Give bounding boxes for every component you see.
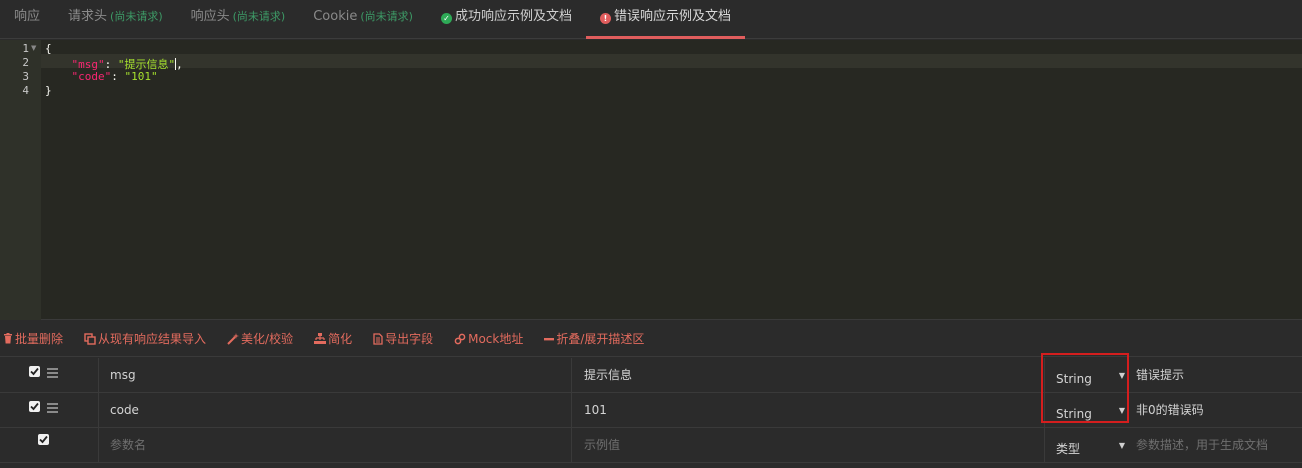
- check-icon: [30, 402, 39, 411]
- new-field-row: 参数名 示例值 类型 ▼ 参数描述，用于生成文档: [0, 428, 1302, 463]
- open-brace: {: [45, 42, 52, 55]
- button-label: 简化: [328, 332, 353, 346]
- fold-arrow-icon[interactable]: ▼: [31, 44, 36, 52]
- check-icon: [30, 367, 39, 376]
- active-line-highlight: [41, 54, 1302, 68]
- field-name-input[interactable]: 参数名: [98, 428, 571, 463]
- line-number: 2: [22, 56, 29, 69]
- magic-wand-icon: [227, 332, 240, 345]
- close-brace: }: [45, 84, 52, 97]
- type-select-value: 类型: [1056, 442, 1081, 456]
- tab-success-example[interactable]: ✓ 成功响应示例及文档: [427, 0, 586, 39]
- row-checkbox[interactable]: [29, 401, 40, 412]
- description-input[interactable]: 错误提示: [1130, 358, 1302, 393]
- button-label: Mock地址: [468, 332, 524, 346]
- button-label: 折叠/展开描述区: [556, 332, 645, 346]
- row-controls: [0, 393, 98, 428]
- table-row: msg 提示信息 String ▼ 错误提示: [0, 358, 1302, 393]
- tab-note: (尚未请求): [360, 10, 413, 23]
- code-line: {: [45, 42, 52, 55]
- tab-request-headers[interactable]: 请求头 (尚未请求): [54, 0, 177, 39]
- drag-handle-icon[interactable]: [47, 403, 58, 415]
- example-value-input[interactable]: 提示信息: [571, 358, 1044, 393]
- trash-icon: [4, 333, 12, 344]
- minus-icon: [544, 337, 555, 340]
- row-controls: [0, 428, 98, 463]
- tab-label: 请求头: [68, 9, 108, 24]
- sitemap-icon: [314, 332, 327, 344]
- button-label: 导出字段: [385, 332, 434, 346]
- file-text-icon: [373, 332, 383, 345]
- line-number: 1: [22, 42, 29, 55]
- simplify-button[interactable]: 简化: [314, 330, 352, 347]
- button-label: 批量删除: [15, 332, 64, 346]
- line-number: 4: [22, 84, 29, 97]
- field-name-input[interactable]: msg: [98, 358, 571, 393]
- exclamation-circle-icon: !: [599, 13, 611, 24]
- import-from-response-button[interactable]: 从现有响应结果导入: [84, 330, 206, 347]
- json-value: "101": [124, 70, 158, 83]
- button-label: 从现有响应结果导入: [98, 332, 207, 346]
- button-label: 美化/校验: [241, 332, 294, 346]
- mock-url-button[interactable]: Mock地址: [454, 330, 523, 347]
- type-select[interactable]: String ▼: [1044, 358, 1130, 393]
- row-controls: [0, 358, 98, 393]
- tab-label: 响应: [14, 9, 41, 24]
- drag-handle-icon[interactable]: [47, 368, 58, 380]
- json-editor[interactable]: 1 ▼ 2 3 4 { "msg": "提示信息", "code": "101"…: [0, 40, 1302, 320]
- export-fields-button[interactable]: 导出字段: [373, 330, 433, 347]
- dropdown-arrow-icon: ▼: [1118, 406, 1125, 415]
- editor-gutter: 1 ▼ 2 3 4: [0, 40, 41, 320]
- dropdown-arrow-icon: ▼: [1118, 371, 1125, 380]
- type-select-value: String: [1056, 372, 1092, 386]
- tab-note: (尚未请求): [232, 10, 286, 23]
- tab-label: 错误响应示例及文档: [613, 9, 731, 24]
- toggle-description-button[interactable]: 折叠/展开描述区: [544, 330, 644, 347]
- code-line: }: [45, 84, 52, 97]
- link-icon: [454, 333, 466, 344]
- tab-note: (尚未请求): [110, 10, 163, 23]
- row-checkbox[interactable]: [38, 434, 49, 445]
- tab-label: 成功响应示例及文档: [454, 9, 572, 24]
- description-input[interactable]: 参数描述，用于生成文档: [1130, 428, 1302, 463]
- type-select-value: String: [1056, 407, 1092, 421]
- code-line: "code": "101": [71, 70, 158, 83]
- type-select[interactable]: String ▼: [1044, 393, 1130, 428]
- table-row: code 101 String ▼ 非0的错误码: [0, 393, 1302, 428]
- check-icon: [39, 435, 48, 444]
- row-checkbox[interactable]: [29, 366, 40, 377]
- tab-response[interactable]: 响应: [0, 0, 54, 39]
- tab-error-example[interactable]: ! 错误响应示例及文档: [585, 0, 745, 39]
- tab-label: Cookie: [313, 9, 358, 24]
- tab-cookie[interactable]: Cookie (尚未请求): [299, 0, 427, 39]
- type-select[interactable]: 类型 ▼: [1044, 428, 1130, 463]
- batch-delete-button[interactable]: 批量删除: [3, 330, 63, 347]
- check-circle-icon: ✓: [440, 13, 452, 24]
- line-number: 3: [22, 70, 29, 83]
- response-tabs: 响应 请求头 (尚未请求) 响应头 (尚未请求) Cookie (尚未请求) ✓ 成功响…: [0, 0, 1302, 39]
- tab-label: 响应头: [190, 9, 230, 24]
- description-input[interactable]: 非0的错误码: [1130, 393, 1302, 428]
- example-value-input[interactable]: 示例值: [571, 428, 1044, 463]
- example-value-input[interactable]: 101: [571, 393, 1044, 428]
- beautify-validate-button[interactable]: 美化/校验: [227, 330, 293, 347]
- json-key: "code": [71, 70, 112, 83]
- field-toolbar: 批量删除 从现有响应结果导入 美化/校验 简化 导出字段 Mock地址 折叠/展…: [0, 321, 1302, 357]
- dropdown-arrow-icon: ▼: [1118, 441, 1125, 450]
- tab-response-headers[interactable]: 响应头 (尚未请求): [177, 0, 300, 39]
- copy-icon: [84, 332, 96, 345]
- field-name-input[interactable]: code: [98, 393, 571, 428]
